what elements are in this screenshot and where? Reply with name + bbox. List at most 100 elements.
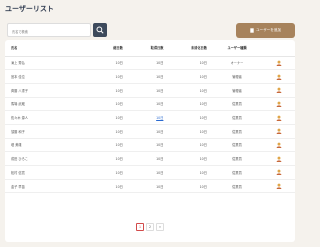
cell-name: 須藤 和子 bbox=[5, 124, 84, 139]
column-header-remaining: 未消化日数 bbox=[167, 40, 211, 57]
cell-action bbox=[263, 165, 295, 180]
cell-action bbox=[263, 151, 295, 166]
table-row: 斉藤 八重子 10日 10日 10日 管理者 bbox=[5, 83, 295, 98]
table-row: 佐々木 源人 10日 10日 10日 従業員 bbox=[5, 110, 295, 125]
cell-total: 10日 bbox=[83, 83, 127, 98]
column-header-role: ユーザー種類 bbox=[210, 40, 264, 57]
cell-name: 宮本 佳位 bbox=[5, 69, 84, 84]
cell-remaining: 10日 bbox=[167, 83, 211, 98]
cell-total: 10日 bbox=[83, 110, 127, 125]
page-1-button[interactable]: 1 bbox=[136, 223, 144, 231]
next-page-button[interactable]: » bbox=[156, 223, 164, 231]
cell-total: 10日 bbox=[83, 179, 127, 194]
cell-name: 佐々木 源人 bbox=[5, 110, 84, 125]
cell-action bbox=[263, 179, 295, 194]
user-table-card: 氏名 総日数 取得日数 未消化日数 ユーザー種類 滝上 秀弘 10日 10日 1… bbox=[5, 40, 295, 242]
user-icon[interactable] bbox=[276, 142, 282, 148]
table-row: 堤 美雄 10日 10日 10日 従業員 bbox=[5, 138, 295, 153]
cell-role: 従業員 bbox=[210, 165, 264, 180]
cell-role: 従業員 bbox=[210, 179, 264, 194]
cell-used: 10日 bbox=[126, 97, 168, 112]
cell-role: オーナー bbox=[210, 56, 264, 71]
cell-used: 10日 bbox=[126, 165, 168, 180]
column-header-name: 氏名 bbox=[5, 40, 84, 57]
cell-name: 堤 美雄 bbox=[5, 138, 84, 153]
cell-role: 従業員 bbox=[210, 151, 264, 166]
document-icon bbox=[250, 28, 254, 33]
cell-used: 10日 bbox=[126, 138, 168, 153]
user-table: 氏名 総日数 取得日数 未消化日数 ユーザー種類 滝上 秀弘 10日 10日 1… bbox=[5, 40, 295, 194]
cell-role: 従業員 bbox=[210, 138, 264, 153]
search-button[interactable] bbox=[93, 23, 107, 37]
column-header-action bbox=[263, 40, 295, 57]
table-row: 馬場 武蔵 10日 10日 10日 従業員 bbox=[5, 97, 295, 112]
cell-used: 10日 bbox=[126, 179, 168, 194]
cell-total: 10日 bbox=[83, 124, 127, 139]
add-user-button[interactable]: ユーザーを追加 bbox=[236, 23, 295, 38]
user-icon[interactable] bbox=[276, 87, 282, 94]
user-icon[interactable] bbox=[276, 101, 282, 107]
user-icon[interactable] bbox=[276, 60, 282, 66]
page-title: ユーザーリスト bbox=[5, 5, 54, 13]
cell-action bbox=[263, 110, 295, 125]
cell-role: 従業員 bbox=[210, 124, 264, 139]
cell-remaining: 10日 bbox=[167, 97, 211, 112]
cell-remaining: 10日 bbox=[167, 124, 211, 139]
cell-total: 10日 bbox=[83, 69, 127, 84]
cell-name: 滝上 秀弘 bbox=[5, 56, 84, 71]
cell-total: 10日 bbox=[83, 165, 127, 180]
user-icon[interactable] bbox=[276, 128, 282, 135]
table-row: 成田 ひろこ 10日 10日 10日 従業員 bbox=[5, 151, 295, 166]
cell-role: 管理者 bbox=[210, 83, 264, 98]
table-row: 金子 早苗 10日 10日 10日 従業員 bbox=[5, 179, 295, 194]
cell-action bbox=[263, 124, 295, 139]
cell-name: 松村 信寛 bbox=[5, 165, 84, 180]
cell-remaining: 10日 bbox=[167, 110, 211, 125]
cell-total: 10日 bbox=[83, 97, 127, 112]
column-header-used: 取得日数 bbox=[126, 40, 168, 57]
cell-role: 従業員 bbox=[210, 97, 264, 112]
cell-name: 馬場 武蔵 bbox=[5, 97, 84, 112]
table-row: 松村 信寛 10日 10日 10日 従業員 bbox=[5, 165, 295, 180]
pagination: 1 2 » bbox=[5, 223, 295, 231]
cell-name: 成田 ひろこ bbox=[5, 151, 84, 166]
user-icon[interactable] bbox=[276, 74, 282, 80]
cell-action bbox=[263, 56, 295, 71]
cell-remaining: 10日 bbox=[167, 165, 211, 180]
user-icon[interactable] bbox=[276, 169, 282, 176]
cell-remaining: 10日 bbox=[167, 151, 211, 166]
cell-remaining: 10日 bbox=[167, 69, 211, 84]
user-icon[interactable] bbox=[276, 183, 282, 190]
column-header-total: 総日数 bbox=[83, 40, 127, 57]
cell-used: 10日 bbox=[126, 69, 168, 84]
cell-name: 斉藤 八重子 bbox=[5, 83, 84, 98]
cell-remaining: 10日 bbox=[167, 56, 211, 71]
add-user-label: ユーザーを追加 bbox=[255, 28, 282, 32]
cell-used: 10日 bbox=[126, 56, 168, 71]
table-header-row: 氏名 総日数 取得日数 未消化日数 ユーザー種類 bbox=[5, 40, 295, 57]
cell-action bbox=[263, 97, 295, 112]
cell-used: 10日 bbox=[126, 124, 168, 139]
cell-used: 10日 bbox=[126, 83, 168, 98]
page-2-button[interactable]: 2 bbox=[146, 223, 154, 231]
cell-remaining: 10日 bbox=[167, 179, 211, 194]
user-icon[interactable] bbox=[276, 156, 282, 162]
cell-role: 管理者 bbox=[210, 69, 264, 84]
cell-role: 従業員 bbox=[210, 110, 264, 125]
cell-name: 金子 早苗 bbox=[5, 179, 84, 194]
user-icon[interactable] bbox=[276, 115, 282, 121]
cell-remaining: 10日 bbox=[167, 138, 211, 153]
table-row: 宮本 佳位 10日 10日 10日 管理者 bbox=[5, 69, 295, 84]
search-input[interactable] bbox=[7, 23, 91, 37]
table-row: 滝上 秀弘 10日 10日 10日 オーナー bbox=[5, 56, 295, 71]
cell-total: 10日 bbox=[83, 138, 127, 153]
cell-action bbox=[263, 83, 295, 98]
cell-used[interactable]: 10日 bbox=[126, 110, 168, 125]
cell-action bbox=[263, 69, 295, 84]
cell-total: 10日 bbox=[83, 56, 127, 71]
cell-action bbox=[263, 138, 295, 153]
cell-used: 10日 bbox=[126, 151, 168, 166]
cell-total: 10日 bbox=[83, 151, 127, 166]
table-row: 須藤 和子 10日 10日 10日 従業員 bbox=[5, 124, 295, 139]
search-icon bbox=[96, 26, 104, 34]
